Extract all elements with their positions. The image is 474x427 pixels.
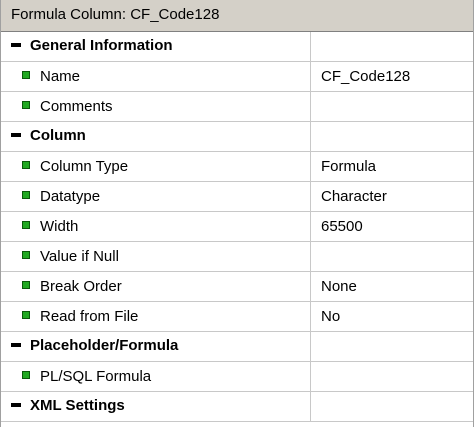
property-label: Datatype (40, 188, 101, 205)
property-label: Width (40, 218, 79, 235)
property-name-cell: Comments (1, 92, 311, 121)
collapse-minus-icon[interactable] (11, 43, 21, 47)
collapse-minus-icon[interactable] (11, 133, 21, 137)
property-row-read-from-file[interactable]: Read from File No (1, 302, 473, 332)
property-value: 65500 (321, 218, 363, 235)
property-row-plsql-formula[interactable]: PL/SQL Formula (1, 362, 473, 392)
property-value-cell[interactable]: Formula (311, 152, 473, 181)
property-value: None (321, 278, 357, 295)
section-value-cell (311, 332, 473, 361)
property-name-cell: Datatype (1, 182, 311, 211)
property-value-cell[interactable]: No (311, 302, 473, 331)
property-label: Break Order (40, 278, 122, 295)
property-label: Read from File (40, 308, 139, 325)
collapse-minus-icon[interactable] (11, 403, 21, 407)
property-value-cell[interactable]: Character (311, 182, 473, 211)
property-inspector: Formula Column: CF_Code128 General Infor… (0, 0, 474, 427)
property-label: Comments (40, 98, 113, 115)
property-row-width[interactable]: Width 65500 (1, 212, 473, 242)
property-row-value-if-null[interactable]: Value if Null (1, 242, 473, 272)
property-label: Value if Null (40, 248, 119, 265)
property-value-cell[interactable]: 65500 (311, 212, 473, 241)
property-name-cell: Value if Null (1, 242, 311, 271)
property-name-cell: Read from File (1, 302, 311, 331)
green-square-icon (22, 221, 30, 229)
property-value: No (321, 308, 341, 325)
section-value-cell (311, 392, 473, 421)
section-name-cell: Placeholder/Formula (1, 332, 311, 361)
property-value-cell[interactable]: CF_Code128 (311, 62, 473, 91)
property-value: CF_Code128 (321, 68, 411, 85)
property-row-break-order[interactable]: Break Order None (1, 272, 473, 302)
collapse-minus-icon[interactable] (11, 343, 21, 347)
section-row-general-information[interactable]: General Information (1, 32, 473, 62)
property-name-cell: PL/SQL Formula (1, 362, 311, 391)
property-row-datatype[interactable]: Datatype Character (1, 182, 473, 212)
property-row-name[interactable]: Name CF_Code128 (1, 62, 473, 92)
property-label: Column Type (40, 158, 129, 175)
window-title: Formula Column: CF_Code128 (11, 6, 220, 23)
section-label: XML Settings (30, 397, 125, 414)
property-value-cell[interactable]: None (311, 272, 473, 301)
property-value-cell[interactable] (311, 362, 473, 391)
section-label: Column (30, 127, 86, 144)
green-square-icon (22, 371, 30, 379)
property-name-cell: Name (1, 62, 311, 91)
green-square-icon (22, 251, 30, 259)
section-name-cell: XML Settings (1, 392, 311, 421)
section-name-cell: Column (1, 122, 311, 151)
section-value-cell (311, 122, 473, 151)
green-square-icon (22, 101, 30, 109)
property-label: PL/SQL Formula (40, 368, 152, 385)
property-name-cell: Column Type (1, 152, 311, 181)
property-row-comments[interactable]: Comments (1, 92, 473, 122)
green-square-icon (22, 281, 30, 289)
property-grid: General Information Name CF_Code128 Comm… (1, 32, 473, 422)
section-row-column[interactable]: Column (1, 122, 473, 152)
property-row-column-type[interactable]: Column Type Formula (1, 152, 473, 182)
section-label: Placeholder/Formula (30, 337, 179, 354)
section-row-placeholder-formula[interactable]: Placeholder/Formula (1, 332, 473, 362)
property-value-cell[interactable] (311, 92, 473, 121)
property-value: Character (321, 188, 387, 205)
inspector-titlebar: Formula Column: CF_Code128 (1, 0, 473, 32)
green-square-icon (22, 71, 30, 79)
property-name-cell: Width (1, 212, 311, 241)
section-value-cell (311, 32, 473, 61)
property-value: Formula (321, 158, 377, 175)
section-row-xml-settings[interactable]: XML Settings (1, 392, 473, 422)
property-value-cell[interactable] (311, 242, 473, 271)
section-name-cell: General Information (1, 32, 311, 61)
property-name-cell: Break Order (1, 272, 311, 301)
green-square-icon (22, 161, 30, 169)
section-label: General Information (30, 37, 173, 54)
green-square-icon (22, 191, 30, 199)
green-square-icon (22, 311, 30, 319)
property-label: Name (40, 68, 81, 85)
